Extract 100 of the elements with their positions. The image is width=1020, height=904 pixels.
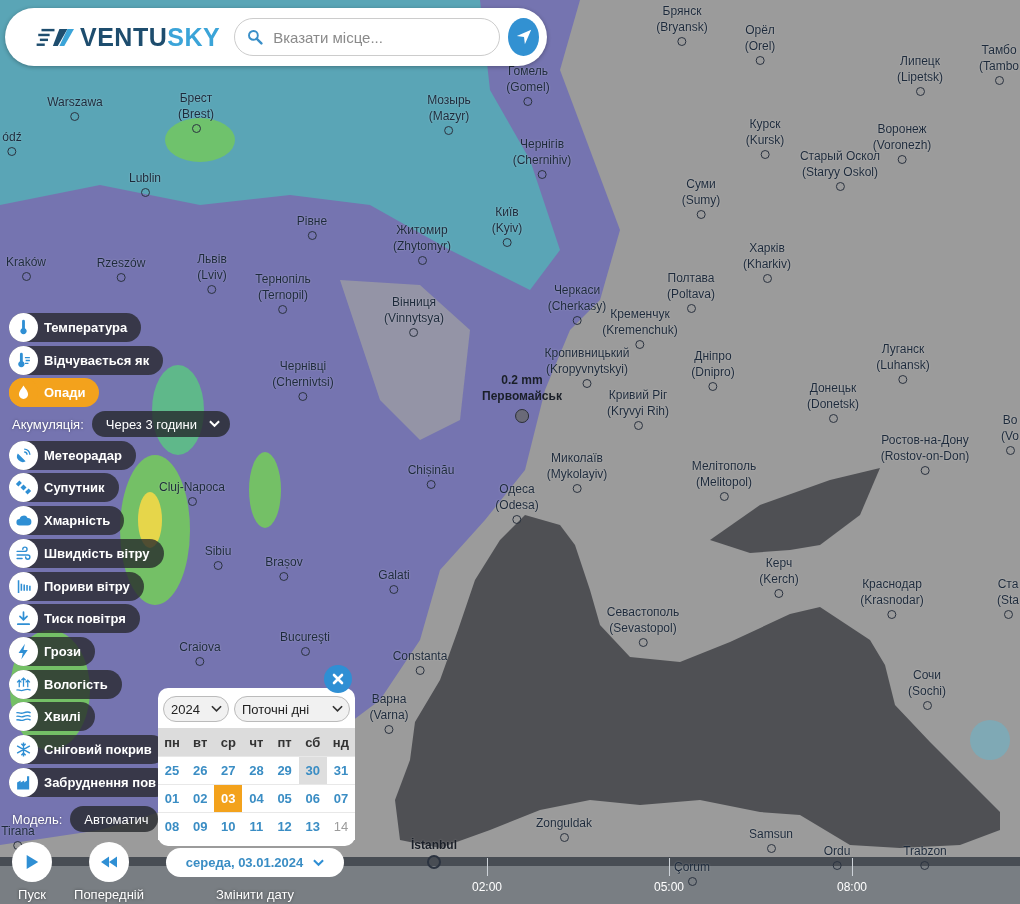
date-label: Змінити дату — [215, 887, 295, 902]
layer-button[interactable]: Температура — [9, 313, 142, 342]
city-label: Курск (Kursk) — [745, 116, 785, 148]
locate-button[interactable] — [508, 18, 539, 56]
city-label: Гомель (Gomel) — [506, 63, 550, 95]
layer-button[interactable]: Відчувається як — [9, 345, 164, 375]
chevron-down-icon — [208, 420, 220, 429]
city-label: Trabzon — [903, 843, 947, 859]
city-label: Ordu — [823, 843, 851, 859]
city-label: Полтава (Poltava) — [667, 270, 715, 302]
city-label: ódź — [2, 129, 22, 145]
precipitation-value: 0.2 mm — [501, 372, 543, 388]
location-dot-icon — [427, 855, 441, 869]
range-dropdown[interactable]: Поточні дні — [234, 696, 350, 722]
weekday-label: пт — [276, 734, 293, 750]
chevron-down-icon — [211, 705, 222, 713]
logo-text: VENTUSKY — [80, 22, 221, 52]
city-label: Chișinău — [407, 462, 455, 478]
time-label: 08:00 — [837, 880, 867, 894]
city-label: Мелітополь (Melitopol) — [691, 458, 757, 490]
city-label: Рівне — [296, 213, 328, 229]
city-label: Вінниця (Vinnytsya) — [384, 294, 444, 326]
city-label: Старый Оскол (Staryy Oskol) — [799, 149, 881, 180]
city-label: Миколаїв (Mykolayiv) — [546, 450, 608, 482]
rewind-icon — [101, 854, 117, 870]
accumulation-dropdown[interactable]: Через 3 години — [91, 411, 230, 438]
city-label: Tirana — [1, 824, 35, 839]
time-label: 02:00 — [472, 880, 502, 894]
city-label: Варна (Varna) — [369, 691, 409, 723]
place-name: Первомайськ — [482, 388, 562, 404]
layer-button[interactable]: Хвилі — [9, 702, 95, 732]
city-label: Брест (Brest) — [178, 90, 214, 122]
model-dropdown[interactable]: Автоматич — [70, 806, 159, 833]
city-label: Чернігів (Chernihiv) — [512, 136, 572, 168]
calendar-day[interactable]: 30 — [298, 757, 327, 784]
search-field[interactable]: Вказати місце... — [234, 18, 501, 56]
thermometer-wind-icon — [15, 351, 32, 369]
city-label: Тамбо (Tambo — [979, 42, 1019, 74]
layer-button[interactable]: Вологість — [9, 669, 122, 699]
download-icon — [15, 610, 32, 628]
location-dot-icon — [279, 572, 289, 581]
city-label: Тернопіль (Ternopil) — [255, 271, 311, 303]
bars-icon — [15, 577, 32, 595]
previous-label: Попередній — [74, 887, 144, 902]
city-label: Брянск (Bryansk) — [656, 3, 708, 35]
city-label: Житомир (Zhytomyr) — [393, 222, 451, 254]
play-label: Пуск — [18, 887, 46, 902]
city-label: Керч (Kerch) — [759, 555, 799, 587]
city-label: Одеса (Odesa) — [495, 481, 539, 513]
city-label: Samsun — [749, 826, 793, 842]
layer-button[interactable]: Швидкість вітру — [9, 538, 164, 568]
layer-button[interactable]: Метеорадар — [9, 440, 137, 470]
weekday-label: нд — [331, 734, 350, 750]
model-label: Модель: — [12, 811, 63, 827]
weekday-label: сб — [304, 734, 322, 750]
city-label: Bucureşti — [280, 629, 330, 645]
time-label: 05:00 — [654, 880, 684, 894]
city-label: Київ (Kyiv) — [491, 204, 523, 236]
city-label: Дніпро (Dnipro) — [691, 348, 735, 380]
layer-button[interactable]: Хмарність — [9, 506, 125, 536]
city-label: Кривий Ріг (Kryvyi Rih) — [607, 387, 669, 419]
factory-icon — [15, 773, 32, 791]
city-label: Суми (Sumy) — [681, 176, 721, 208]
city-label: Lublin — [129, 170, 161, 186]
city-label: Craiova — [179, 639, 221, 655]
city-label: Харків (Kharkiv) — [743, 240, 791, 272]
layer-button[interactable]: Опади — [9, 378, 100, 408]
wind-icon — [15, 544, 32, 562]
close-icon — [332, 673, 344, 685]
city-label: Сочи (Sochi) — [908, 667, 946, 699]
city-label: Краснодар (Krasnodar) — [860, 576, 924, 608]
weekday-label: ср — [219, 734, 237, 750]
city-label: Ростов-на-Дону (Rostov-on-Don) — [880, 432, 970, 464]
search-icon — [247, 29, 264, 45]
city-label: Львів (Lviv) — [197, 251, 227, 283]
city-label: Sibiu — [204, 543, 232, 559]
city-label: Мозырь (Mazyr) — [427, 92, 471, 124]
city-label: Zonguldak — [536, 815, 592, 831]
city-label: Çorum — [674, 859, 710, 875]
year-dropdown[interactable]: 2024 — [163, 696, 229, 722]
city-label: Brașov — [265, 554, 303, 570]
weekday-label: чт — [248, 734, 265, 750]
city-label: Kraków — [6, 254, 46, 270]
calendar-day[interactable]: 03 — [214, 785, 243, 812]
arrows-up-icon — [15, 675, 32, 693]
satellite-icon — [15, 479, 32, 497]
city-label: Ста (Sta — [997, 576, 1019, 608]
layer-button[interactable]: Пориви вітру — [9, 571, 144, 601]
chevron-down-icon — [313, 858, 325, 867]
city-label: Липецк (Lipetsk) — [897, 53, 943, 85]
option-label: Акумуляція: — [12, 416, 84, 432]
city-label: Во (Vo — [1001, 412, 1019, 444]
chevron-down-icon — [332, 705, 343, 713]
layer-button[interactable]: Тиск повітря — [9, 604, 140, 634]
city-label: Севастополь (Sevastopol) — [606, 604, 680, 636]
city-label: Луганск (Luhansk) — [876, 341, 930, 373]
layer-button[interactable]: Супутник — [9, 473, 119, 503]
city-label: Galati — [378, 567, 410, 583]
city-label: Кропивницький (Kropyvnytskyi) — [544, 345, 630, 377]
date-button[interactable]: середа, 03.01.2024 — [166, 848, 344, 877]
